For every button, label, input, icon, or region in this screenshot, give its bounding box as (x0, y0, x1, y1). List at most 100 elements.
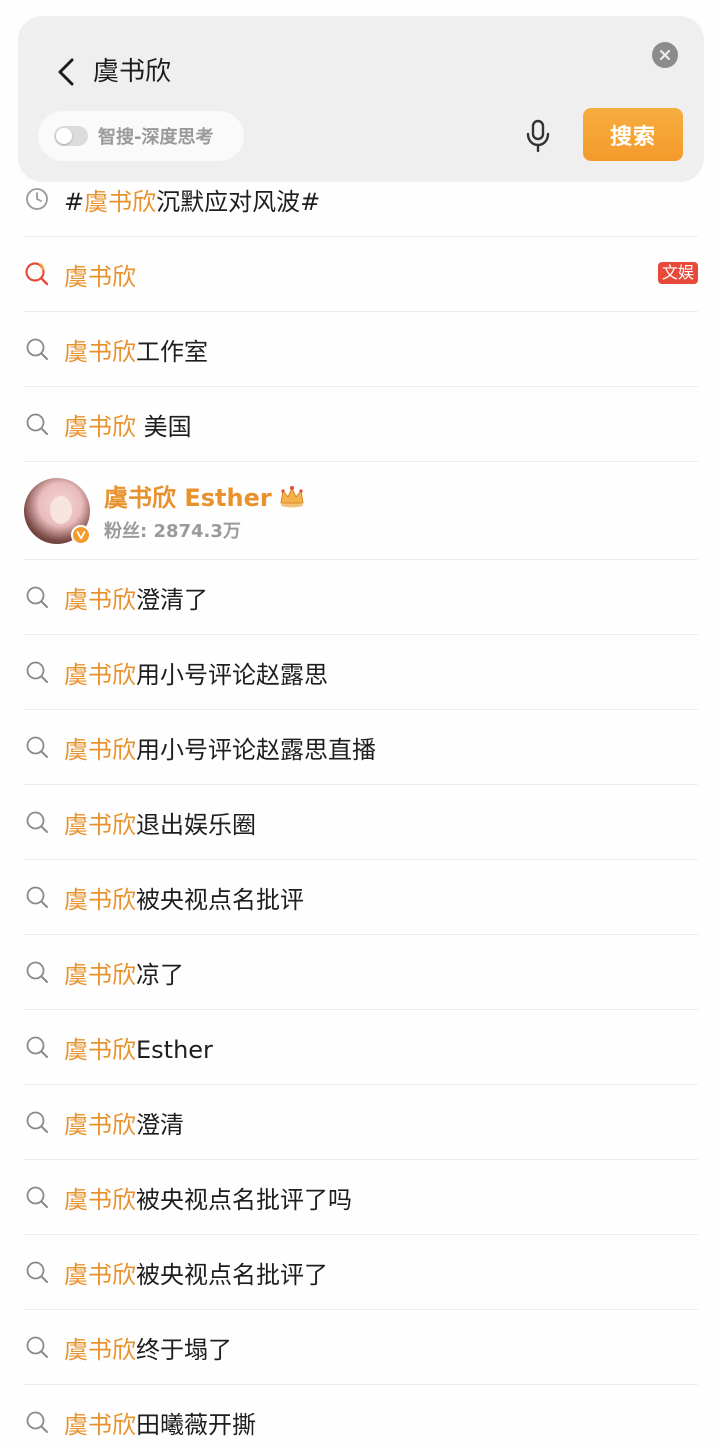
search-icon (24, 659, 50, 685)
search-icon (24, 1259, 50, 1285)
deep-think-label: 智搜-深度思考 (98, 127, 214, 148)
suggestion-text: 虞书欣 美国 (64, 407, 192, 442)
search-suggestion-item[interactable]: 虞书欣终于塌了 (24, 1310, 698, 1385)
search-icon (24, 1034, 50, 1060)
voice-search-button[interactable] (520, 116, 556, 156)
suggestion-rest: 澄清了 (136, 585, 208, 614)
search-suggestion-item[interactable]: 虞书欣澄清 (24, 1085, 698, 1160)
suggestion-highlight: 虞书欣 (64, 337, 136, 366)
search-suggestion-item[interactable]: 虞书欣用小号评论赵露思直播 (24, 710, 698, 785)
avatar-face (50, 495, 72, 524)
category-badge: 文娱 (657, 262, 698, 284)
suggestion-text: 虞书欣被央视点名批评 (64, 880, 304, 915)
suggestion-text: 虞书欣被央视点名批评了 (64, 1255, 328, 1290)
suggestion-prefix: # (64, 187, 85, 216)
suggestion-rest: 美国 (136, 412, 192, 441)
suggestion-highlight: 虞书欣 (64, 1110, 136, 1139)
suggestion-rest: 沉默应对风波# (156, 187, 321, 216)
fans-count: 粉丝: 2874.3万 (104, 521, 241, 542)
search-icon (24, 809, 50, 835)
suggestion-rest: 退出娱乐圈 (136, 810, 256, 839)
toggle-knob (56, 128, 72, 144)
search-panel: 虞书欣 智搜-深度思考 搜索 (18, 16, 704, 182)
suggestion-text: 虞书欣终于塌了 (64, 1330, 232, 1365)
search-suggestion-item[interactable]: 虞书欣 美国 (24, 387, 698, 462)
suggestion-rest: 用小号评论赵露思 (136, 660, 328, 689)
suggestion-list: #虞书欣沉默应对风波# 虞书欣 文娱 虞书欣工作室 虞书欣 美国 虞书欣 Est… (0, 162, 720, 1443)
suggestion-text: 虞书欣被央视点名批评了吗 (64, 1180, 352, 1215)
suggestion-highlight: 虞书欣 (64, 585, 136, 614)
suggestion-text: 虞书欣退出娱乐圈 (64, 805, 256, 840)
avatar[interactable] (24, 477, 91, 545)
search-suggestion-item[interactable]: 虞书欣工作室 (24, 312, 698, 387)
suggestion-highlight: 虞书欣 (64, 1035, 136, 1064)
deep-think-toggle[interactable]: 智搜-深度思考 (38, 111, 244, 161)
suggestion-highlight: 虞书欣 (84, 187, 157, 216)
search-icon (24, 1334, 50, 1360)
more-suggestions: 虞书欣澄清了 虞书欣用小号评论赵露思 虞书欣用小号评论赵露思直播 虞书欣退出娱乐圈 虞书… (0, 560, 720, 1443)
search-suggestion-item[interactable]: 虞书欣退出娱乐圈 (24, 785, 698, 860)
suggestion-highlight: 虞书欣 (64, 810, 136, 839)
suggestion-text: 虞书欣用小号评论赵露思直播 (64, 730, 376, 765)
user-info: 虞书欣 Esther 粉丝: 2874.3万 (104, 478, 306, 543)
verified-badge-icon (71, 524, 91, 545)
suggestion-highlight: 虞书欣 (64, 735, 136, 764)
user-name-line: 虞书欣 Esther (104, 478, 306, 513)
suggestion-rest: 被央视点名批评了吗 (136, 1185, 352, 1214)
hot-search-item[interactable]: 虞书欣 文娱 (24, 237, 698, 312)
suggestion-rest: 澄清 (136, 1110, 184, 1139)
suggestion-rest: 被央视点名批评 (136, 885, 304, 914)
search-icon (24, 959, 50, 985)
chevron-left-icon (58, 58, 74, 86)
search-suggestion-item[interactable]: 虞书欣被央视点名批评了吗 (24, 1160, 698, 1235)
toggle-switch[interactable] (54, 126, 88, 146)
user-name: 虞书欣 Esther (104, 484, 272, 512)
suggestion-text: 虞书欣用小号评论赵露思 (64, 655, 328, 690)
suggestion-highlight: 虞书欣 (64, 960, 136, 989)
search-suggestion-item[interactable]: 虞书欣田曦薇开撕 (24, 1385, 698, 1443)
suggestion-highlight: 虞书欣 (64, 412, 136, 441)
suggestion-text: 虞书欣澄清 (64, 1105, 184, 1140)
search-icon (24, 584, 50, 610)
suggestion-rest: 凉了 (136, 960, 184, 989)
clock-icon (24, 186, 50, 212)
search-hot-icon (24, 261, 50, 287)
search-icon (24, 734, 50, 760)
suggestion-highlight: 虞书欣 (64, 262, 136, 291)
suggestion-rest: 工作室 (136, 337, 208, 366)
close-icon (660, 50, 670, 60)
microphone-icon (526, 119, 550, 153)
search-icon (24, 1109, 50, 1135)
suggestion-highlight: 虞书欣 (64, 1185, 136, 1214)
suggestion-text: 虞书欣田曦薇开撕 (64, 1405, 256, 1440)
suggestion-highlight: 虞书欣 (64, 1335, 136, 1364)
search-icon (24, 884, 50, 910)
suggestion-rest: 终于塌了 (136, 1335, 232, 1364)
suggestion-text: #虞书欣沉默应对风波# (64, 182, 320, 217)
user-result-item[interactable]: 虞书欣 Esther 粉丝: 2874.3万 (24, 462, 698, 560)
search-icon (24, 1409, 50, 1435)
suggestion-rest: 被央视点名批评了 (136, 1260, 328, 1289)
suggestion-highlight: 虞书欣 (64, 1260, 136, 1289)
search-input[interactable]: 虞书欣 (93, 52, 171, 92)
search-button[interactable]: 搜索 (583, 108, 683, 161)
suggestion-text: 虞书欣 (64, 257, 136, 292)
search-suggestion-item[interactable]: 虞书欣澄清了 (24, 560, 698, 635)
suggestion-highlight: 虞书欣 (64, 660, 136, 689)
search-suggestion-item[interactable]: 虞书欣凉了 (24, 935, 698, 1010)
search-icon (24, 1184, 50, 1210)
search-suggestion-item[interactable]: 虞书欣用小号评论赵露思 (24, 635, 698, 710)
suggestion-text: 虞书欣澄清了 (64, 580, 208, 615)
suggestion-highlight: 虞书欣 (64, 885, 136, 914)
clear-button[interactable] (652, 42, 678, 68)
suggestion-text: 虞书欣凉了 (64, 955, 184, 990)
search-icon (24, 336, 50, 362)
search-suggestion-item[interactable]: 虞书欣被央视点名批评 (24, 860, 698, 935)
suggestion-highlight: 虞书欣 (64, 1410, 136, 1439)
back-button[interactable] (48, 52, 84, 92)
search-icon (24, 411, 50, 437)
suggestion-text: 虞书欣Esther (64, 1030, 213, 1065)
crown-icon (280, 485, 304, 507)
search-suggestion-item[interactable]: 虞书欣Esther (24, 1010, 698, 1085)
search-suggestion-item[interactable]: 虞书欣被央视点名批评了 (24, 1235, 698, 1310)
